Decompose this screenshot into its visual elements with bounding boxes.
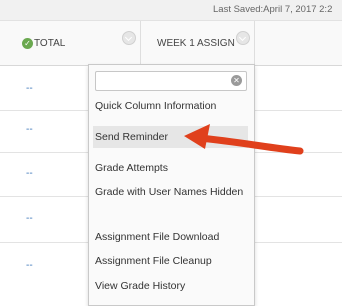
total-column-chevron-icon[interactable] (122, 31, 136, 45)
column-header-total[interactable]: TOTAL (34, 38, 65, 49)
total-cell[interactable]: -- (26, 260, 33, 271)
top-status-bar: Last Saved:April 7, 2017 2:2 (0, 0, 342, 21)
week1-column-chevron-icon[interactable] (236, 31, 250, 45)
menu-item-grade-with-user-names-hidden[interactable]: Grade with User Names Hidden (93, 186, 248, 199)
menu-item-assignment-file-download[interactable]: Assignment File Download (93, 231, 248, 244)
menu-item-send-reminder[interactable]: Send Reminder (93, 126, 248, 148)
menu-item-quick-column-information[interactable]: Quick Column Information (93, 100, 248, 113)
menu-item-view-grade-history[interactable]: View Grade History (93, 280, 248, 293)
column-context-menu: ✕ Quick Column Information Send Reminder… (88, 64, 255, 306)
total-cell[interactable]: -- (26, 124, 33, 135)
menu-item-assignment-file-cleanup[interactable]: Assignment File Cleanup (93, 255, 248, 268)
menu-item-grade-attempts[interactable]: Grade Attempts (93, 162, 248, 175)
check-circle-icon: ✓ (22, 38, 33, 49)
total-cell[interactable]: -- (26, 168, 33, 179)
menu-search-input[interactable]: ✕ (95, 71, 247, 91)
total-cell[interactable]: -- (26, 213, 33, 224)
last-saved-text: Last Saved:April 7, 2017 2:2 (213, 4, 333, 15)
clear-search-icon[interactable]: ✕ (231, 75, 242, 86)
column-header-week-1-assign[interactable]: WEEK 1 ASSIGN (157, 38, 235, 49)
total-cell[interactable]: -- (26, 83, 33, 94)
